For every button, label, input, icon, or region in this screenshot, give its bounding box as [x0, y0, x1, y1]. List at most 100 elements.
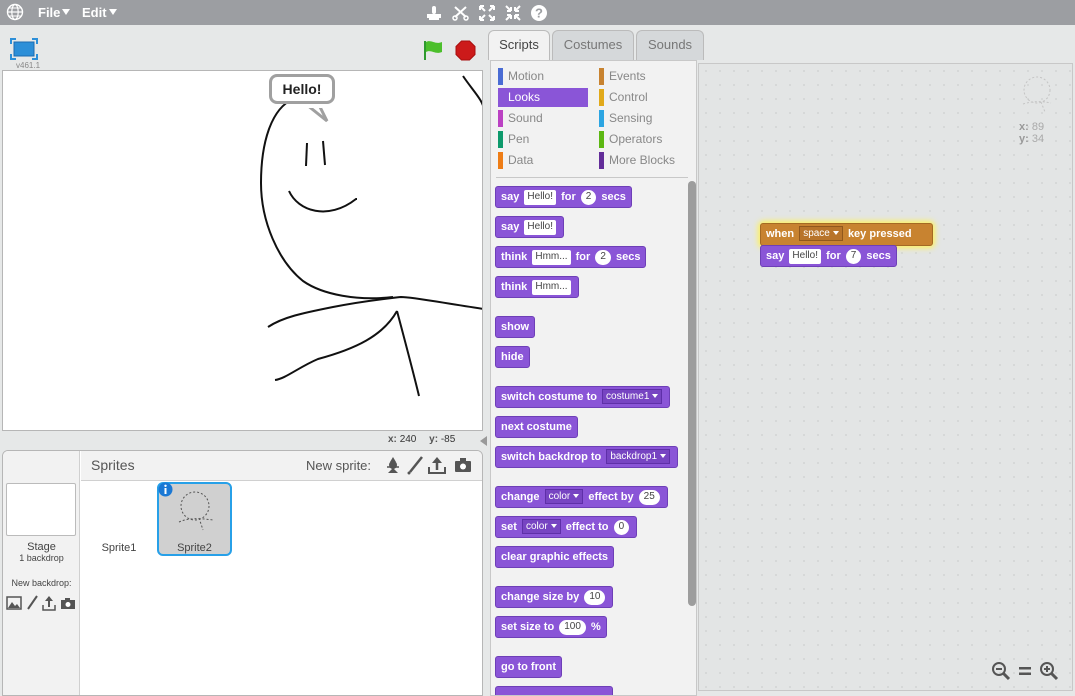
block-switch-costume[interactable]: switch costume to costume1 — [495, 386, 671, 408]
block-switch-backdrop[interactable]: switch backdrop to backdrop1 — [495, 446, 679, 468]
effect-dropdown[interactable]: color — [544, 489, 584, 504]
category-control[interactable]: Control — [599, 88, 694, 107]
category-events[interactable]: Events — [599, 67, 694, 86]
block-hide[interactable]: hide — [495, 346, 530, 368]
sprite2-preview-image — [178, 491, 214, 531]
green-flag-icon[interactable] — [422, 39, 444, 61]
text-input[interactable]: Hmm... — [532, 250, 571, 265]
block-text: secs — [615, 251, 641, 263]
upload-sprite-icon[interactable] — [427, 455, 447, 475]
block-text: say — [501, 191, 520, 203]
block-text: when — [766, 228, 795, 240]
grow-icon[interactable] — [477, 3, 497, 23]
block-text: switch costume to — [501, 391, 597, 403]
zoom-reset-icon[interactable] — [1015, 661, 1035, 681]
script-say-for-secs[interactable]: say Hello! for 7 secs — [760, 245, 897, 267]
block-set-size[interactable]: set size to 100 % — [495, 616, 607, 638]
sprite-y-row: y: 34 — [1019, 133, 1044, 145]
block-clear-graphic-effects[interactable]: clear graphic effects — [495, 546, 614, 568]
number-input[interactable]: 2 — [580, 190, 597, 205]
scripts-area[interactable] — [698, 63, 1073, 691]
category-looks[interactable]: Looks — [498, 88, 588, 107]
category-pen[interactable]: Pen — [498, 130, 588, 149]
text-input[interactable]: Hello! — [524, 190, 556, 205]
category-label: Pen — [508, 132, 530, 146]
zoom-out-icon[interactable] — [991, 661, 1011, 681]
block-change-effect[interactable]: change color effect by 25 — [495, 486, 668, 508]
paint-sprite-icon[interactable] — [405, 455, 425, 475]
stop-sign-icon[interactable] — [455, 40, 476, 61]
delete-scissors-icon[interactable] — [451, 3, 471, 23]
number-input[interactable]: 2 — [595, 250, 611, 265]
help-icon[interactable]: ? — [529, 3, 549, 23]
paint-backdrop-icon[interactable] — [25, 595, 39, 611]
number-input[interactable]: 100 — [559, 620, 586, 635]
camera-sprite-icon[interactable] — [453, 455, 473, 475]
upload-backdrop-icon[interactable] — [41, 595, 57, 611]
block-change-size[interactable]: change size by 10 — [495, 586, 614, 608]
globe-icon[interactable] — [6, 3, 24, 21]
block-say[interactable]: say Hello! — [495, 216, 564, 238]
duplicate-stamp-icon[interactable] — [424, 3, 444, 23]
category-color-bar — [599, 68, 604, 85]
sprite-library-header: Sprites New sprite: — [81, 451, 482, 481]
category-color-bar — [599, 89, 604, 106]
choose-sprite-library-icon[interactable] — [383, 455, 403, 475]
block-show[interactable]: show — [495, 316, 536, 338]
block-say-for-secs[interactable]: say Hello! for 2 secs — [495, 186, 632, 208]
tab-scripts[interactable]: Scripts — [488, 30, 550, 60]
block-think[interactable]: think Hmm... — [495, 276, 579, 298]
effect-dropdown[interactable]: color — [521, 519, 561, 534]
stage-canvas[interactable]: Hello! — [2, 70, 483, 431]
backdrop-dropdown[interactable]: backdrop1 — [606, 449, 671, 464]
palette-scrollbar[interactable] — [688, 181, 696, 606]
y-label: y: — [429, 434, 439, 445]
tab-sounds[interactable]: Sounds — [636, 30, 704, 60]
chevron-down-icon — [108, 9, 117, 15]
file-menu[interactable]: File — [38, 5, 71, 20]
costume-dropdown[interactable]: costume1 — [602, 389, 663, 404]
sprite-name-sprite1: Sprite1 — [101, 542, 137, 554]
number-input[interactable]: 0 — [613, 520, 630, 535]
y-value: -85 — [440, 434, 456, 445]
tab-costumes[interactable]: Costumes — [552, 30, 634, 60]
script-when-key-pressed[interactable]: when space key pressed — [760, 214, 933, 246]
category-data[interactable]: Data — [498, 151, 588, 170]
stage-thumbnail[interactable] — [6, 483, 76, 536]
collapse-stage-icon[interactable] — [479, 435, 488, 447]
category-sensing[interactable]: Sensing — [599, 109, 694, 128]
choose-backdrop-library-icon[interactable] — [6, 596, 22, 610]
presentation-mode-icon[interactable] — [10, 38, 38, 60]
category-operators[interactable]: Operators — [599, 130, 694, 149]
category-motion[interactable]: Motion — [498, 67, 588, 86]
text-input[interactable]: Hmm... — [532, 280, 571, 295]
category-color-bar — [599, 131, 604, 148]
block-text: % — [591, 621, 601, 633]
category-sound[interactable]: Sound — [498, 109, 588, 128]
number-input[interactable]: 25 — [638, 490, 660, 505]
palette-divider — [496, 177, 688, 178]
block-text: set — [501, 521, 517, 533]
sprite-info-icon[interactable] — [158, 482, 173, 497]
category-color-bar — [498, 131, 503, 148]
block-text: think — [501, 251, 528, 263]
category-more-blocks[interactable]: More Blocks — [599, 151, 694, 170]
number-input[interactable]: 10 — [584, 590, 606, 605]
block-go-to-front[interactable]: go to front — [495, 656, 562, 678]
camera-backdrop-icon[interactable] — [60, 597, 76, 610]
shrink-icon[interactable] — [503, 3, 523, 23]
zoom-in-icon[interactable] — [1039, 661, 1059, 681]
edit-menu[interactable]: Edit — [82, 5, 117, 20]
stick-figure-drawing — [259, 75, 482, 397]
block-set-effect[interactable]: set color effect to 0 — [495, 516, 638, 538]
stage-header — [0, 25, 488, 70]
block-next-costume[interactable]: next costume — [495, 416, 578, 438]
text-input[interactable]: Hello! — [789, 249, 821, 264]
text-input[interactable]: Hello! — [524, 220, 556, 235]
block-go-back-layers[interactable] — [495, 686, 613, 695]
stage-column: Stage 1 backdrop New backdrop: — [3, 451, 80, 695]
block-think-for-secs[interactable]: think Hmm... for 2 secs — [495, 246, 647, 268]
number-input[interactable]: 7 — [845, 249, 862, 264]
key-dropdown[interactable]: space — [799, 226, 843, 241]
sprite-x-value: 89 — [1031, 121, 1045, 133]
